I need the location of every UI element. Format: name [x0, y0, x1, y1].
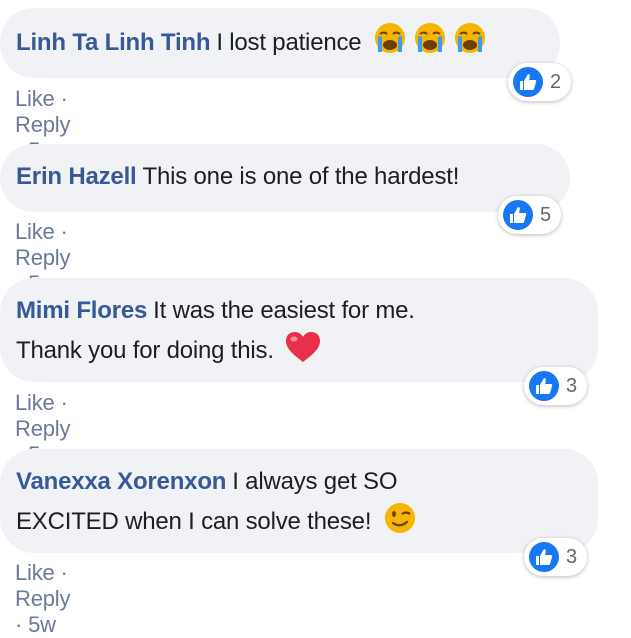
comment-text: Thank you for doing this.: [16, 337, 274, 364]
like-link[interactable]: Like: [15, 560, 55, 585]
separator: ·: [60, 560, 68, 585]
thumbs-up-icon: [529, 542, 559, 572]
comment-text: I always get SO: [232, 468, 398, 495]
reply-link[interactable]: Reply: [15, 586, 70, 611]
comment-author[interactable]: Erin Hazell: [16, 163, 137, 190]
comment-bubble: Vanexxa Xorenxon I always get SO EXCITED …: [0, 449, 598, 553]
separator: ·: [60, 390, 68, 415]
comment-author[interactable]: Vanexxa Xorenxon: [16, 468, 226, 495]
like-link[interactable]: Like: [15, 390, 55, 415]
reaction-count: 3: [566, 545, 578, 568]
crying-face-icon: [372, 22, 408, 68]
reaction-summary[interactable]: 5: [498, 196, 562, 234]
reply-link[interactable]: Reply: [15, 416, 70, 441]
separator: ·: [60, 219, 68, 244]
separator: ·: [60, 86, 68, 111]
comment-bubble: Erin Hazell This one is one of the hardes…: [0, 144, 570, 212]
comment-bubble: Linh Ta Linh Tinh I lost patience: [0, 8, 560, 78]
comment-author[interactable]: Mimi Flores: [16, 297, 147, 324]
crying-face-icon: [452, 22, 488, 68]
crying-face-icon: [412, 22, 448, 68]
thumbs-up-icon: [513, 67, 543, 97]
comment-actions: Like · Reply · 5w: [15, 560, 70, 638]
reaction-summary[interactable]: 2: [508, 63, 572, 101]
comment-bubble: Mimi Flores It was the easiest for me. Th…: [0, 278, 598, 382]
like-link[interactable]: Like: [15, 86, 55, 111]
red-heart-icon: [284, 330, 322, 376]
comment-author[interactable]: Linh Ta Linh Tinh: [16, 29, 211, 56]
reaction-count: 3: [566, 374, 578, 397]
winking-face-icon: [382, 501, 418, 547]
reaction-count: 5: [540, 203, 552, 226]
reply-link[interactable]: Reply: [15, 112, 70, 137]
thumbs-up-icon: [529, 371, 559, 401]
comment-text: It was the easiest for me.: [153, 297, 415, 324]
comment-text: EXCITED when I can solve these!: [16, 508, 372, 535]
reply-link[interactable]: Reply: [15, 245, 70, 270]
comment-text: I lost patience: [216, 29, 362, 56]
reaction-summary[interactable]: 3: [524, 367, 588, 405]
comment-text: This one is one of the hardest!: [142, 163, 460, 190]
reaction-count: 2: [550, 70, 562, 93]
timestamp-link[interactable]: 5w: [28, 612, 56, 637]
like-link[interactable]: Like: [15, 219, 55, 244]
thumbs-up-icon: [503, 200, 533, 230]
reaction-summary[interactable]: 3: [524, 538, 588, 576]
separator: ·: [15, 612, 23, 637]
